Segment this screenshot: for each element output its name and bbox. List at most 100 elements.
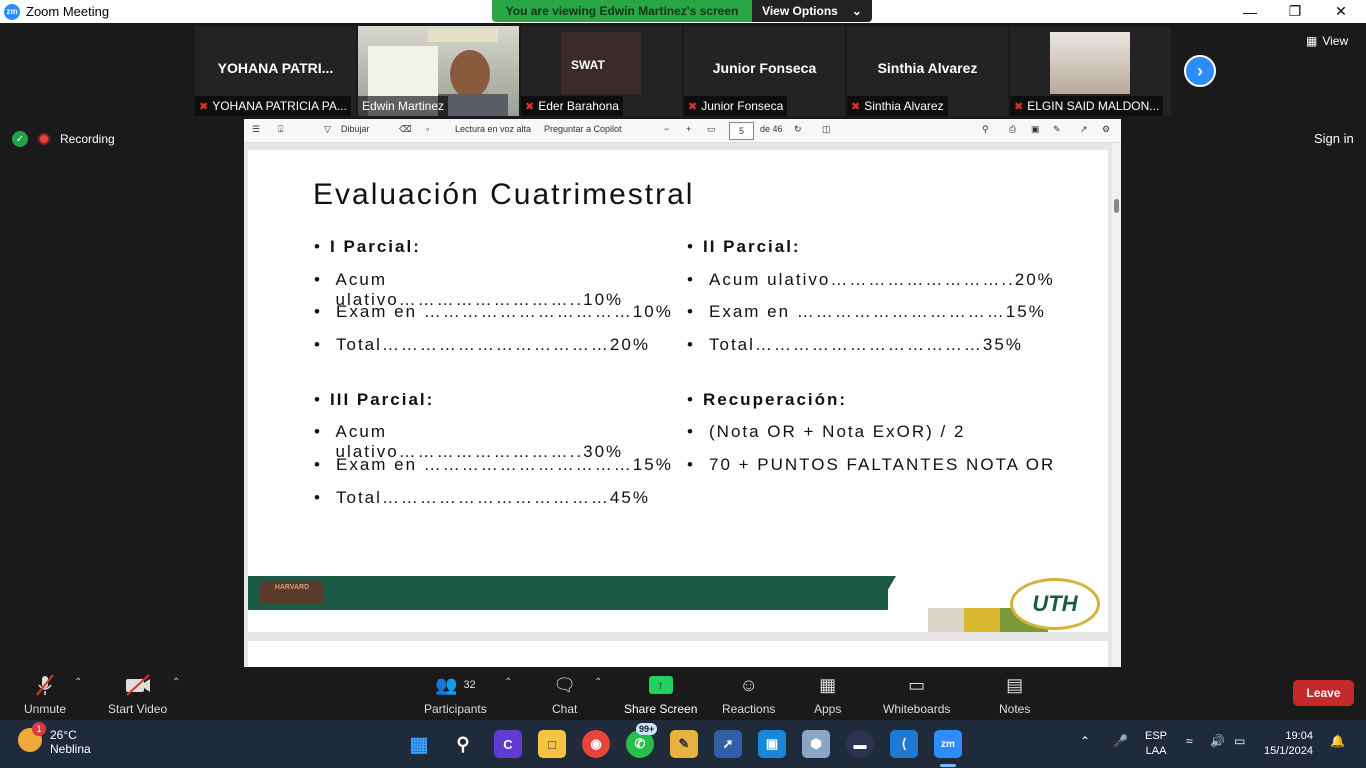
rotate-icon[interactable]: ↻: [794, 124, 802, 135]
save-as-icon[interactable]: ✎: [1053, 124, 1061, 135]
participants-caret[interactable]: ⌃: [504, 677, 512, 688]
print-icon[interactable]: ⎙: [1009, 124, 1016, 135]
sign-in-link[interactable]: Sign in: [1314, 131, 1354, 146]
language-indicator[interactable]: ESP LAA: [1145, 729, 1167, 759]
share-screen-button[interactable]: ↑ Share Screen: [624, 673, 697, 716]
vscode-icon[interactable]: ⟨: [890, 730, 918, 758]
next-page-arrow-icon[interactable]: ›: [1184, 55, 1216, 87]
wifi-icon[interactable]: ≈: [1186, 734, 1193, 748]
notes-icon: ▤: [1006, 674, 1024, 695]
right-column: • II Parcial: • Acum ulativo………………………..20%…: [687, 237, 1087, 488]
scrollbar-thumb[interactable]: [1114, 199, 1119, 213]
two-page-icon[interactable]: ◫: [822, 124, 831, 135]
window-title: Zoom Meeting: [26, 4, 110, 19]
participant-tile[interactable]: Edwin Martinez: [358, 26, 519, 116]
read-aloud-button[interactable]: Lectura en voz alta: [455, 124, 531, 134]
start-video-label: Start Video: [108, 702, 168, 716]
notes-button[interactable]: ▤ Notes: [999, 673, 1030, 717]
weather-widget[interactable]: 1 26°C Neblina: [18, 722, 91, 756]
view-options-button[interactable]: View Options ⌄: [752, 0, 872, 22]
zoom-taskbar-icon[interactable]: zm: [934, 730, 962, 758]
participant-tile[interactable]: ✖ ELGIN SAID MALDON...: [1010, 26, 1171, 116]
mic-muted-icon: ✖: [525, 100, 535, 113]
paint-icon[interactable]: ✎: [670, 730, 698, 758]
draw-label[interactable]: Dibujar: [341, 124, 370, 134]
participant-nameplate: ✖ ELGIN SAID MALDON...: [1010, 96, 1164, 116]
participant-nameplate: ✖ Eder Barahona: [521, 96, 623, 116]
search-icon[interactable]: ⚲: [982, 124, 989, 135]
page-count: de 46: [760, 124, 783, 134]
close-button[interactable]: ✕: [1318, 0, 1364, 23]
pdf-page: Evaluación Cuatrimestral • I Parcial: • Ac…: [248, 150, 1108, 632]
clock[interactable]: 19:04 15/1/2024: [1264, 729, 1313, 759]
fit-page-icon[interactable]: ▭: [707, 124, 716, 135]
read-aloud-icon[interactable]: ▫: [426, 124, 429, 134]
share-arrow-icon: ↑: [648, 676, 673, 694]
notification-badge: 1: [32, 722, 46, 736]
participants-button[interactable]: 👥 32 Participants: [424, 673, 487, 717]
tray-overflow-icon[interactable]: ⌃: [1080, 734, 1090, 748]
participant-tile[interactable]: YOHANA PATRI... ✖ YOHANA PATRICIA PA...: [195, 26, 356, 116]
file-explorer-icon[interactable]: □: [538, 730, 566, 758]
record-dot-icon: [38, 133, 50, 145]
whatsapp-icon[interactable]: ✆ 99+: [626, 723, 658, 758]
participant-big-name: YOHANA PATRI...: [217, 60, 334, 76]
harvard-logo: HARVARD: [260, 582, 324, 604]
highlight-icon[interactable]: ⍗: [278, 124, 283, 135]
mic-muted-icon: ✖: [199, 100, 209, 113]
participant-name: Sinthia Alvarez: [864, 99, 944, 113]
recording-indicator[interactable]: ✓ Recording: [12, 131, 115, 147]
vm-icon[interactable]: ⬢: [802, 730, 830, 758]
mic-muted-icon: ✖: [1014, 100, 1024, 113]
save-icon[interactable]: ▣: [1031, 124, 1040, 135]
video-options-caret[interactable]: ⌃: [172, 677, 180, 688]
taskbar: 1 26°C Neblina ▦ ⚲ C □ ◉ ✆ 99+ ✎ ➚ ▣ ⬢ ▬…: [0, 720, 1366, 768]
restore-button[interactable]: ❐: [1272, 0, 1318, 23]
view-options-label: View Options: [762, 4, 838, 18]
list-icon[interactable]: ☰: [252, 124, 260, 135]
chrome-icon[interactable]: ◉: [582, 730, 610, 758]
scrollbar[interactable]: [1112, 143, 1121, 667]
participant-tile[interactable]: Sinthia Alvarez ✖ Sinthia Alvarez: [847, 26, 1008, 116]
draw-icon[interactable]: ▽: [324, 124, 331, 135]
copilot-button[interactable]: Preguntar a Copilot: [544, 124, 622, 134]
participant-tile[interactable]: Junior Fonseca ✖ Junior Fonseca: [684, 26, 845, 116]
chat-caret[interactable]: ⌃: [594, 677, 602, 688]
fullscreen-icon[interactable]: ↗: [1080, 124, 1088, 135]
page-number-input[interactable]: 5: [729, 122, 754, 140]
microphone-icon[interactable]: 🎤: [1113, 734, 1128, 748]
shield-icon: ✓: [12, 131, 28, 147]
leave-button[interactable]: Leave: [1293, 680, 1354, 706]
unmute-button[interactable]: Unmute: [24, 673, 66, 716]
zoom-in-icon[interactable]: +: [686, 124, 691, 134]
eraser-icon[interactable]: ⌫: [399, 124, 412, 135]
next-pdf-page: [248, 641, 1108, 667]
whiteboards-button[interactable]: ▭ Whiteboards: [883, 673, 950, 717]
notification-bell-icon[interactable]: 🔔: [1330, 734, 1345, 748]
apps-button[interactable]: ▦ Apps: [814, 673, 842, 717]
audio-options-caret[interactable]: ⌃: [74, 677, 82, 688]
participants-count: 32: [463, 679, 476, 691]
minimize-button[interactable]: —: [1227, 0, 1273, 23]
participants-icon: 👥 32: [435, 674, 476, 695]
participant-tile[interactable]: SWAT ✖ Eder Barahona: [521, 26, 682, 116]
windows-start-icon[interactable]: ▦: [405, 730, 433, 758]
chat-button[interactable]: 🗨 Chat: [552, 673, 577, 717]
zoom-out-icon[interactable]: −: [664, 124, 669, 134]
battery-icon[interactable]: ▭: [1234, 734, 1245, 748]
draw-app-icon[interactable]: ➚: [714, 730, 742, 758]
list-item: • Exam en ……………………………10%: [314, 302, 673, 322]
copilot-icon[interactable]: C: [494, 730, 522, 758]
view-button[interactable]: ▦ View: [1306, 34, 1348, 48]
search-icon[interactable]: ⚲: [449, 730, 477, 758]
speaker-icon[interactable]: 🔊: [1210, 734, 1225, 748]
snipping-icon[interactable]: ▣: [758, 730, 786, 758]
start-video-button[interactable]: Start Video: [108, 673, 167, 716]
video-off-icon: [124, 673, 152, 697]
reactions-button[interactable]: ☺ Reactions: [722, 673, 775, 717]
eclipse-icon[interactable]: ▬: [846, 730, 874, 758]
list-item: • Total………………………………20%: [314, 335, 650, 355]
apps-label: Apps: [814, 702, 842, 716]
participant-avatar: [1050, 32, 1130, 94]
settings-gear-icon[interactable]: ⚙: [1102, 124, 1110, 135]
